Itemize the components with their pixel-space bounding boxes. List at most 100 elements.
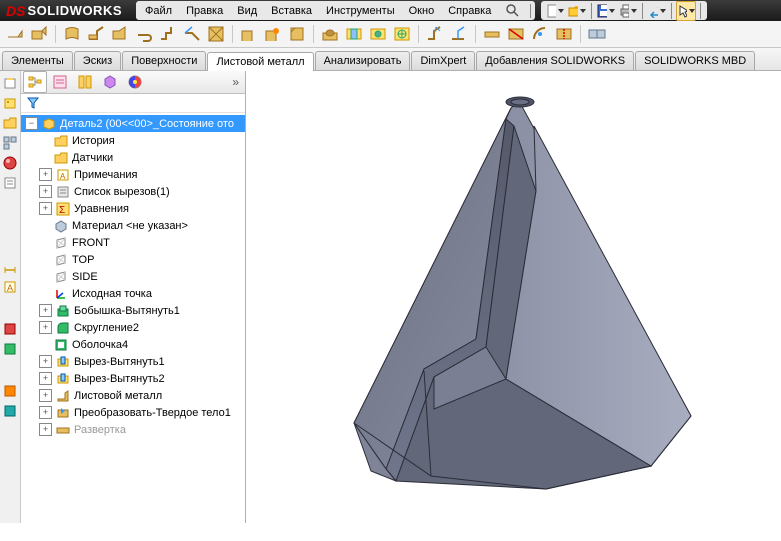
tree-item[interactable]: +Вырез-Вытянуть2: [21, 370, 245, 387]
config-manager-tab[interactable]: [73, 71, 97, 93]
menu-edit[interactable]: Правка: [179, 5, 230, 17]
panel-expand-icon[interactable]: »: [232, 75, 239, 89]
undo-button[interactable]: [647, 1, 667, 21]
closed-corner-icon[interactable]: [238, 23, 260, 45]
view-palette-icon[interactable]: [2, 135, 18, 151]
forming-tool-icon[interactable]: [319, 23, 341, 45]
shell-icon: [53, 337, 69, 353]
display-manager-tab[interactable]: [123, 71, 147, 93]
tab-sheetmetal[interactable]: Листовой металл: [207, 52, 313, 71]
tree-item[interactable]: SIDE: [21, 268, 245, 285]
rip-icon[interactable]: [553, 23, 575, 45]
expand-icon[interactable]: +: [39, 355, 52, 368]
expand-icon[interactable]: +: [39, 168, 52, 181]
menu-view[interactable]: Вид: [230, 5, 264, 17]
expand-icon[interactable]: +: [39, 185, 52, 198]
expand-icon[interactable]: +: [39, 389, 52, 402]
base-flange-icon[interactable]: [4, 23, 26, 45]
insert-bends-icon[interactable]: [529, 23, 551, 45]
expand-icon[interactable]: +: [39, 372, 52, 385]
print-button[interactable]: [618, 1, 638, 21]
tab-surfaces[interactable]: Поверхности: [122, 51, 206, 70]
tree-item[interactable]: +Развертка: [21, 421, 245, 438]
graphics-viewport[interactable]: [246, 71, 781, 523]
extruded-cut-icon[interactable]: [343, 23, 365, 45]
red-tool-icon[interactable]: [2, 321, 18, 337]
feature-tree[interactable]: − Деталь2 (00<<00>_Состояние ото История…: [21, 113, 245, 523]
filter-icon[interactable]: [27, 97, 39, 109]
flat-pattern-icon[interactable]: [586, 23, 608, 45]
expand-icon[interactable]: +: [39, 304, 52, 317]
expand-icon[interactable]: +: [39, 321, 52, 334]
expand-icon[interactable]: +: [39, 423, 52, 436]
search-icon[interactable]: [498, 3, 528, 19]
select-button[interactable]: [676, 1, 696, 21]
cross-break-icon[interactable]: [205, 23, 227, 45]
save-button[interactable]: [596, 1, 616, 21]
tree-item[interactable]: Исходная точка: [21, 285, 245, 302]
orange-tool-icon[interactable]: [2, 383, 18, 399]
edge-flange-icon[interactable]: [85, 23, 107, 45]
tab-addins[interactable]: Добавления SOLIDWORKS: [476, 51, 634, 70]
green-tool-icon[interactable]: [2, 341, 18, 357]
tree-item[interactable]: FRONT: [21, 234, 245, 251]
convert-to-sheet-icon[interactable]: [28, 23, 50, 45]
welded-corner-icon[interactable]: [262, 23, 284, 45]
menu-file[interactable]: Файл: [138, 5, 179, 17]
menu-help[interactable]: Справка: [441, 5, 498, 17]
file-explorer-icon[interactable]: [2, 115, 18, 131]
tree-item[interactable]: TOP: [21, 251, 245, 268]
tree-item[interactable]: Датчики: [21, 149, 245, 166]
menu-tools[interactable]: Инструменты: [319, 5, 402, 17]
tab-dimxpert[interactable]: DimXpert: [411, 51, 475, 70]
tab-mbd[interactable]: SOLIDWORKS MBD: [635, 51, 755, 70]
tab-analyze[interactable]: Анализировать: [315, 51, 411, 70]
flatten-icon[interactable]: [481, 23, 503, 45]
simple-hole-icon[interactable]: [367, 23, 389, 45]
tree-item[interactable]: +Листовой металл: [21, 387, 245, 404]
tab-elements[interactable]: Элементы: [2, 51, 73, 70]
hem-icon[interactable]: [133, 23, 155, 45]
tree-item[interactable]: +AПримечания: [21, 166, 245, 183]
fold-icon[interactable]: [448, 23, 470, 45]
expand-icon[interactable]: +: [39, 406, 52, 419]
expand-spacer: [39, 220, 50, 231]
break-corner-icon[interactable]: [286, 23, 308, 45]
lofted-bend-icon[interactable]: [61, 23, 83, 45]
logo-solidworks: SOLIDWORKS: [27, 3, 130, 18]
jog-icon[interactable]: [157, 23, 179, 45]
resources-icon[interactable]: [2, 75, 18, 91]
sketched-bend-icon[interactable]: [181, 23, 203, 45]
miter-flange-icon[interactable]: [109, 23, 131, 45]
note-icon[interactable]: A: [2, 279, 18, 295]
vent-icon[interactable]: [391, 23, 413, 45]
dimension-icon[interactable]: [2, 259, 18, 275]
no-bends-icon[interactable]: [505, 23, 527, 45]
menu-insert[interactable]: Вставка: [264, 5, 319, 17]
unfold-icon[interactable]: [424, 23, 446, 45]
menu-window[interactable]: Окно: [402, 5, 442, 17]
tree-item[interactable]: +Список вырезов(1): [21, 183, 245, 200]
tree-item[interactable]: +Скругление2: [21, 319, 245, 336]
tree-root[interactable]: − Деталь2 (00<<00>_Состояние ото: [21, 115, 245, 132]
tree-item[interactable]: +ΣУравнения: [21, 200, 245, 217]
property-manager-tab[interactable]: [48, 71, 72, 93]
tree-item[interactable]: +Бобышка-Вытянуть1: [21, 302, 245, 319]
appearances-icon[interactable]: [2, 155, 18, 171]
tab-sketch[interactable]: Эскиз: [74, 51, 121, 70]
tree-item[interactable]: +Вырез-Вытянуть1: [21, 353, 245, 370]
new-button[interactable]: [545, 1, 565, 21]
collapse-icon[interactable]: −: [25, 117, 38, 130]
tree-item[interactable]: Материал <не указан>: [21, 217, 245, 234]
design-library-icon[interactable]: [2, 95, 18, 111]
open-button[interactable]: [567, 1, 587, 21]
custom-props-icon[interactable]: [2, 175, 18, 191]
tree-item[interactable]: +Преобразовать-Твердое тело1: [21, 404, 245, 421]
expand-icon[interactable]: +: [39, 202, 52, 215]
convert-icon: [55, 405, 71, 421]
teal-tool-icon[interactable]: [2, 403, 18, 419]
tree-item[interactable]: Оболочка4: [21, 336, 245, 353]
feature-tree-tab[interactable]: [23, 71, 47, 93]
dimxpert-manager-tab[interactable]: [98, 71, 122, 93]
tree-item[interactable]: История: [21, 132, 245, 149]
